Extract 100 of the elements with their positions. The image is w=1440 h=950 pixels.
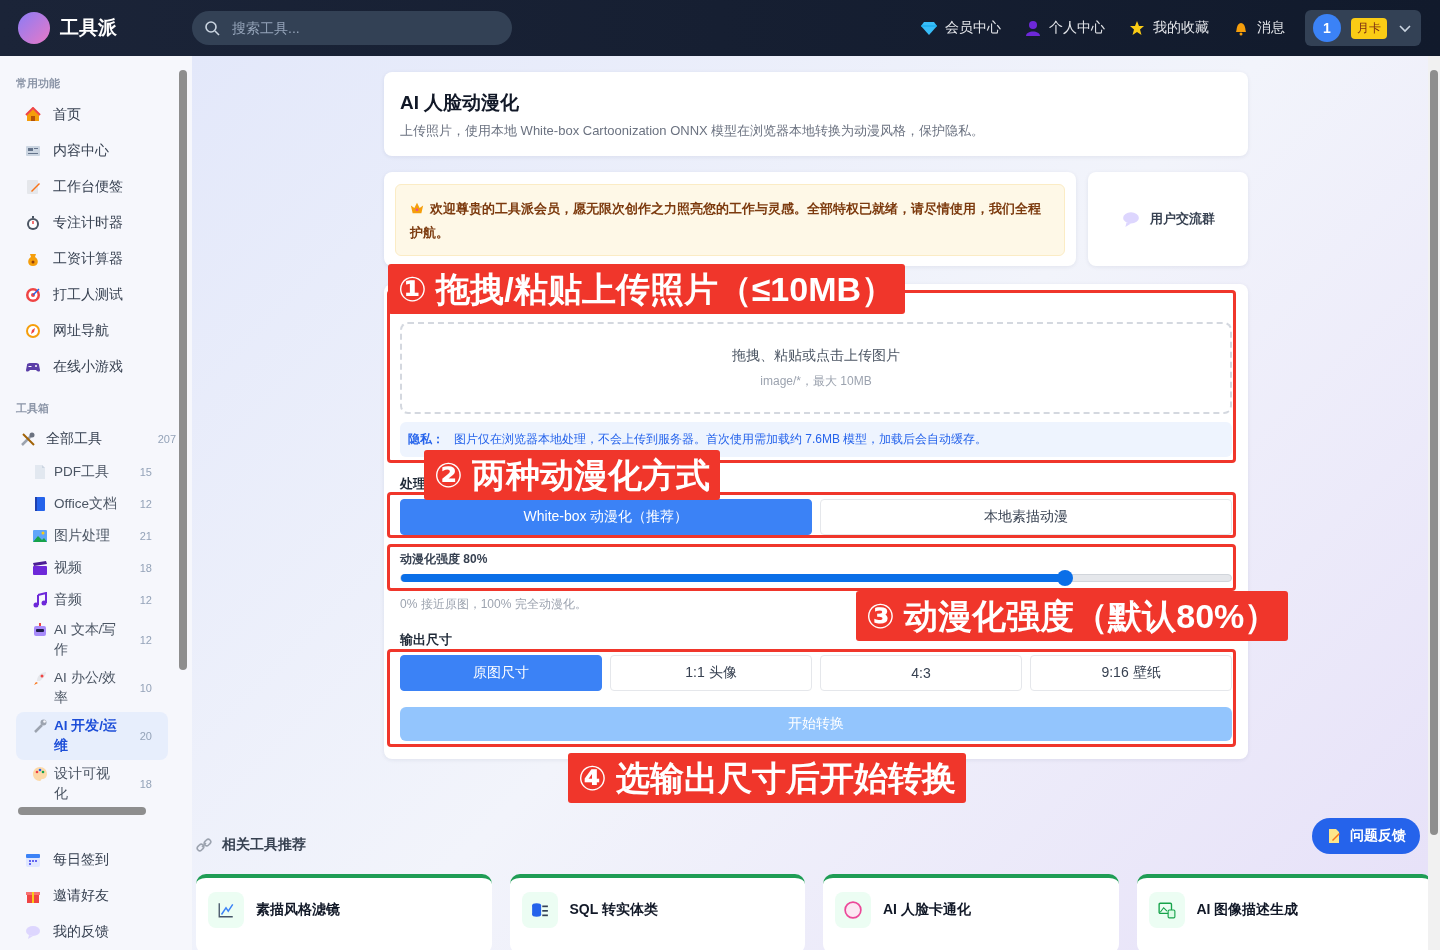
speech-bubble-icon xyxy=(25,924,41,940)
compass-icon xyxy=(25,323,41,339)
star-icon xyxy=(1129,20,1145,36)
search-icon xyxy=(204,20,220,36)
sidebar-item[interactable]: Office文档 12 xyxy=(16,488,168,520)
item-label: 图片处理 xyxy=(54,527,111,545)
upload-prompt: 拖拽、粘贴或点击上传图片 xyxy=(732,346,900,365)
tool-name: AI 图像描述生成 xyxy=(1196,901,1299,919)
size-option[interactable]: 1:1 头像 xyxy=(610,655,812,691)
sidebar-item[interactable]: 在线小游戏 xyxy=(16,349,176,385)
item-count: 12 xyxy=(139,594,152,606)
tool-card[interactable]: SQL 转实体类 xyxy=(509,874,805,950)
item-count: 15 xyxy=(139,466,152,478)
sidebar-item[interactable]: AI 开发/运维 20 xyxy=(16,712,168,760)
wrench-icon xyxy=(32,718,48,734)
avatar[interactable]: 1 xyxy=(1313,14,1341,42)
section-title: 常用功能 xyxy=(16,76,61,91)
person-icon xyxy=(1025,20,1041,36)
callout-label: ① 拖拽/粘贴上传照片（≤10MB） xyxy=(388,264,906,314)
item-count: 12 xyxy=(139,498,152,510)
item-label: Office文档 xyxy=(54,495,118,513)
stopwatch-icon xyxy=(25,215,41,231)
upload-hint: image/*，最大 10MB xyxy=(760,372,872,390)
tool-name: 素描风格滤镜 xyxy=(256,901,340,919)
item-label: AI 开发/运维 xyxy=(54,717,118,755)
slider-label: 动漫化强度 80% xyxy=(400,551,489,568)
callout-label: ④ 选输出尺寸后开始转换 xyxy=(568,753,967,803)
robot-icon xyxy=(32,622,48,638)
upload-dropzone[interactable]: 拖拽、粘贴或点击上传图片 image/*，最大 10MB xyxy=(400,322,1232,414)
sidebar-item[interactable]: PDF工具 15 xyxy=(16,456,168,488)
sidebar-item[interactable]: 工作台便签 xyxy=(16,169,176,205)
bell-icon xyxy=(1233,20,1249,36)
sidebar-item[interactable]: 音频 12 xyxy=(16,584,168,616)
plan-badge: 月卡 xyxy=(1351,17,1387,39)
line-chart-icon xyxy=(217,901,235,919)
sidebar-item[interactable]: 网址导航 xyxy=(16,313,176,349)
gem-icon xyxy=(921,20,937,36)
page-title: AI 人脸动漫化 xyxy=(400,91,521,115)
sidebar-item[interactable]: 首页 xyxy=(16,97,176,133)
house-icon xyxy=(25,107,41,123)
feedback-button[interactable]: 问题反馈 xyxy=(1312,818,1420,854)
document-icon xyxy=(32,464,48,480)
field-label: 输出尺寸 xyxy=(400,631,452,649)
tool-card[interactable]: 素描风格滤镜 xyxy=(196,874,492,950)
item-count: 20 xyxy=(139,730,152,742)
sidebar-item[interactable]: 图片处理 21 xyxy=(16,520,168,552)
sidebar-item[interactable]: 邀请好友 xyxy=(16,878,176,914)
item-count: 12 xyxy=(139,634,152,646)
size-option[interactable]: 4:3 xyxy=(820,655,1022,691)
tool-card[interactable]: AI 人脸卡通化 xyxy=(823,874,1119,950)
item-label: 设计可视化 xyxy=(54,765,111,803)
size-option[interactable]: 9:16 壁纸 xyxy=(1030,655,1232,691)
link-icon xyxy=(196,837,212,853)
sidebar-item[interactable]: AI 办公/效率 10 xyxy=(16,664,168,712)
search-field[interactable]: 搜索工具... xyxy=(192,11,512,45)
item-count: 10 xyxy=(139,682,152,694)
crown-icon xyxy=(410,201,424,215)
sidebar-item[interactable]: AI 文本/写作 12 xyxy=(16,616,168,664)
tools-icon xyxy=(20,431,36,447)
sidebar-item[interactable]: 工资计算器 xyxy=(16,241,176,277)
sidebar-item[interactable]: 专注计时器 xyxy=(16,205,176,241)
group-link[interactable]: 用户交流群 xyxy=(1088,172,1248,266)
item-count: 18 xyxy=(139,562,152,574)
welcome-notice: 欢迎尊贵的工具派会员，愿无限次创作之力照亮您的工作与灵感。全部特权已就绪，请尽情使用，我们全程护航。 xyxy=(395,184,1065,256)
app-logo[interactable]: 工具派 xyxy=(60,15,192,41)
callout-label: ② 两种动漫化方式 xyxy=(424,450,721,500)
database-icon xyxy=(530,901,549,919)
mode-option[interactable]: 本地素描动漫 xyxy=(820,499,1232,535)
sidebar-item[interactable]: 我的反馈 xyxy=(16,914,176,950)
section-title: 相关工具推荐 xyxy=(222,836,306,854)
memo-icon xyxy=(25,179,41,195)
item-count: 18 xyxy=(139,778,152,790)
item-label: AI 文本/写作 xyxy=(54,621,118,659)
image-document-icon xyxy=(1157,901,1176,919)
sidebar-item[interactable]: 每日签到 xyxy=(16,842,176,878)
sidebar-item[interactable]: 全部工具 207 xyxy=(16,422,176,456)
privacy-note: 隐私： 图片仅在浏览器本地处理，不会上传到服务器。首次使用需加载约 7.6MB 模型，加载后会自动缓存。 xyxy=(400,422,1232,457)
mode-option[interactable]: White-box 动漫化（推荐） xyxy=(400,499,812,535)
sidebar-item[interactable]: 打工人测试 xyxy=(16,277,176,313)
item-label: 视频 xyxy=(54,559,83,577)
target-icon xyxy=(25,287,41,303)
user-menu[interactable]: 1 月卡 xyxy=(1305,10,1421,46)
slider-thumb[interactable] xyxy=(1057,570,1073,586)
nav-link[interactable]: 我的收藏 xyxy=(1129,19,1209,37)
nav-link[interactable]: 个人中心 xyxy=(1025,19,1105,37)
sidebar-item[interactable]: 视频 18 xyxy=(16,552,168,584)
money-bag-icon xyxy=(25,251,41,267)
item-label: AI 办公/效率 xyxy=(54,669,118,707)
nav-link[interactable]: 会员中心 xyxy=(921,19,1001,37)
size-option[interactable]: 原图尺寸 xyxy=(400,655,602,691)
palette-icon xyxy=(32,766,48,782)
sidebar-item[interactable]: 内容中心 xyxy=(16,133,176,169)
item-label: 音频 xyxy=(54,591,83,609)
speech-bubble-icon xyxy=(1121,210,1140,228)
sidebar-item[interactable]: 设计可视化 18 xyxy=(16,760,168,805)
nav-link[interactable]: 消息 xyxy=(1233,19,1285,37)
scrollbar[interactable] xyxy=(1428,56,1440,950)
page-subtitle: 上传照片，使用本地 White-box Cartoonization ONNX 模型在浏览器本地转换为动漫风格，保护隐私。 xyxy=(400,122,986,140)
item-count: 21 xyxy=(139,530,152,542)
tool-name: AI 人脸卡通化 xyxy=(883,901,971,919)
